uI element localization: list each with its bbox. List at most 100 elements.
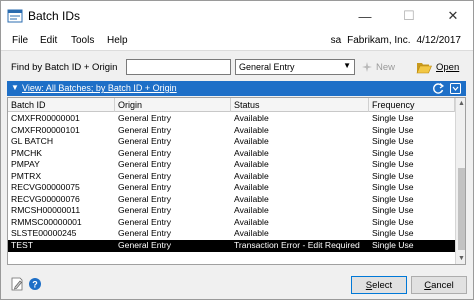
table-row[interactable]: RMMSC00000001 General Entry Available Si… bbox=[8, 217, 455, 229]
app-icon bbox=[7, 9, 23, 23]
new-button-label: New bbox=[376, 61, 396, 73]
table-row[interactable]: RMCSH00000011 General Entry Available Si… bbox=[8, 205, 455, 217]
cell-frequency: Single Use bbox=[372, 159, 414, 169]
view-bar: ▼ View: All Batches; by Batch ID + Origi… bbox=[7, 81, 466, 96]
table-row[interactable]: RECVG00000076 General Entry Available Si… bbox=[8, 194, 455, 206]
cancel-button-label: ancel bbox=[431, 279, 454, 291]
open-button[interactable]: Open bbox=[416, 59, 468, 75]
cell-frequency: Single Use bbox=[372, 136, 414, 146]
help-icon[interactable]: ? bbox=[28, 277, 42, 291]
cell-status: Available bbox=[234, 170, 269, 181]
cell-status: Available bbox=[234, 216, 269, 227]
collapse-icon[interactable]: ▼ bbox=[11, 83, 19, 92]
vertical-scrollbar[interactable]: ▲ ▼ bbox=[455, 98, 465, 264]
origin-select-value: General Entry bbox=[239, 62, 295, 72]
scroll-down-icon[interactable]: ▼ bbox=[456, 253, 465, 264]
svg-text:?: ? bbox=[32, 280, 38, 290]
table-row[interactable]: PMCHK General Entry Available Single Use bbox=[8, 148, 455, 160]
table-row[interactable]: PMTRX General Entry Available Single Use bbox=[8, 171, 455, 183]
view-options-icon[interactable] bbox=[449, 82, 462, 95]
minimize-button[interactable]: — bbox=[343, 1, 387, 31]
folder-open-icon bbox=[416, 62, 432, 73]
find-input[interactable] bbox=[126, 59, 231, 75]
cell-status: Available bbox=[234, 193, 269, 204]
window-title: Batch IDs bbox=[28, 9, 81, 23]
cell-batch-id: PMPAY bbox=[11, 159, 40, 169]
table-row[interactable]: CMXFR00000101 General Entry Available Si… bbox=[8, 125, 455, 137]
new-icon bbox=[362, 62, 372, 72]
column-header-frequency[interactable]: Frequency bbox=[369, 98, 455, 112]
cell-origin: General Entry bbox=[118, 136, 172, 146]
cell-batch-id: RECVG00000076 bbox=[11, 193, 80, 204]
cancel-button-mnemonic: C bbox=[424, 279, 432, 291]
cell-batch-id: RMCSH00000011 bbox=[11, 205, 81, 215]
cell-batch-id: RECVG00000075 bbox=[11, 182, 80, 192]
open-button-label: Open bbox=[436, 61, 460, 73]
cell-status: Available bbox=[234, 205, 269, 215]
user-name: sa bbox=[330, 35, 342, 46]
cell-origin: General Entry bbox=[118, 182, 172, 192]
view-selector-link[interactable]: View: All Batches; by Batch ID + Origin bbox=[22, 83, 177, 93]
cell-frequency: Single Use bbox=[372, 216, 414, 227]
company-name: Fabrikam, Inc. bbox=[347, 35, 411, 46]
find-row: Find by Batch ID + Origin General Entry … bbox=[1, 57, 473, 79]
cell-origin: General Entry bbox=[118, 113, 172, 123]
menu-tools[interactable]: Tools bbox=[71, 35, 94, 46]
cell-frequency: Single Use bbox=[372, 182, 414, 192]
cell-origin: General Entry bbox=[118, 205, 172, 215]
bottom-bar: ? Select Cancel bbox=[1, 269, 473, 299]
column-header-status[interactable]: Status bbox=[231, 98, 369, 112]
origin-select[interactable]: General Entry ▼ bbox=[235, 59, 355, 75]
cell-frequency: Single Use bbox=[372, 193, 414, 204]
table-row[interactable]: GL BATCH General Entry Available Single … bbox=[8, 136, 455, 148]
cell-batch-id: TEST bbox=[11, 240, 33, 250]
scrollbar-thumb[interactable] bbox=[458, 168, 465, 250]
cell-origin: General Entry bbox=[118, 193, 172, 204]
table-row[interactable]: SLSTE00000245 General Entry Available Si… bbox=[8, 228, 455, 240]
cell-origin: General Entry bbox=[118, 159, 172, 169]
cell-frequency: Single Use bbox=[372, 147, 414, 158]
title-bar: Batch IDs — ☐ ✕ bbox=[1, 1, 473, 31]
table-row[interactable]: CMXFR00000001 General Entry Available Si… bbox=[8, 113, 455, 125]
cell-batch-id: RMMSC00000001 bbox=[11, 216, 82, 227]
refresh-icon[interactable] bbox=[432, 82, 445, 95]
cell-status: Available bbox=[234, 182, 269, 192]
scroll-up-icon[interactable]: ▲ bbox=[456, 98, 465, 109]
cell-origin: General Entry bbox=[118, 216, 172, 227]
close-button[interactable]: ✕ bbox=[431, 1, 473, 31]
find-label: Find by Batch ID + Origin bbox=[11, 62, 118, 73]
cell-batch-id: PMCHK bbox=[11, 147, 43, 158]
menu-help[interactable]: Help bbox=[107, 35, 128, 46]
menu-edit[interactable]: Edit bbox=[40, 35, 57, 46]
cancel-button[interactable]: Cancel bbox=[411, 276, 467, 294]
select-button[interactable]: Select bbox=[351, 276, 407, 294]
cell-frequency: Single Use bbox=[372, 124, 414, 135]
cell-origin: General Entry bbox=[118, 240, 172, 250]
menu-bar: File Edit Tools Help sa Fabrikam, Inc. 4/1… bbox=[1, 31, 473, 51]
cell-batch-id: PMTRX bbox=[11, 170, 42, 181]
menu-file[interactable]: File bbox=[12, 35, 28, 46]
cell-origin: General Entry bbox=[118, 170, 172, 181]
column-header-batch-id[interactable]: Batch ID bbox=[8, 98, 115, 112]
batch-grid: Batch ID Origin Status Frequency CMXFR00… bbox=[7, 97, 466, 265]
cell-frequency: Single Use bbox=[372, 113, 414, 123]
cell-status: Available bbox=[234, 124, 269, 135]
cell-batch-id: CMXFR00000001 bbox=[11, 113, 80, 123]
new-button[interactable]: New bbox=[361, 59, 405, 75]
user-company-date: sa Fabrikam, Inc. 4/12/2017 bbox=[325, 35, 461, 46]
note-icon[interactable] bbox=[10, 277, 24, 291]
cell-frequency: Single Use bbox=[372, 170, 414, 181]
table-row[interactable]: RECVG00000075 General Entry Available Si… bbox=[8, 182, 455, 194]
maximize-button[interactable]: ☐ bbox=[387, 1, 431, 31]
table-row-selected[interactable]: TEST General Entry Transaction Error - E… bbox=[8, 240, 455, 252]
cell-batch-id: GL BATCH bbox=[11, 136, 54, 146]
cell-origin: General Entry bbox=[118, 228, 172, 238]
select-button-label: elect bbox=[372, 279, 393, 291]
table-row[interactable]: PMPAY General Entry Available Single Use bbox=[8, 159, 455, 171]
cell-status: Available bbox=[234, 228, 269, 238]
cell-frequency: Single Use bbox=[372, 228, 414, 238]
cell-origin: General Entry bbox=[118, 147, 172, 158]
column-header-origin[interactable]: Origin bbox=[115, 98, 231, 112]
cell-status: Available bbox=[234, 113, 269, 123]
cell-frequency: Single Use bbox=[372, 205, 414, 215]
